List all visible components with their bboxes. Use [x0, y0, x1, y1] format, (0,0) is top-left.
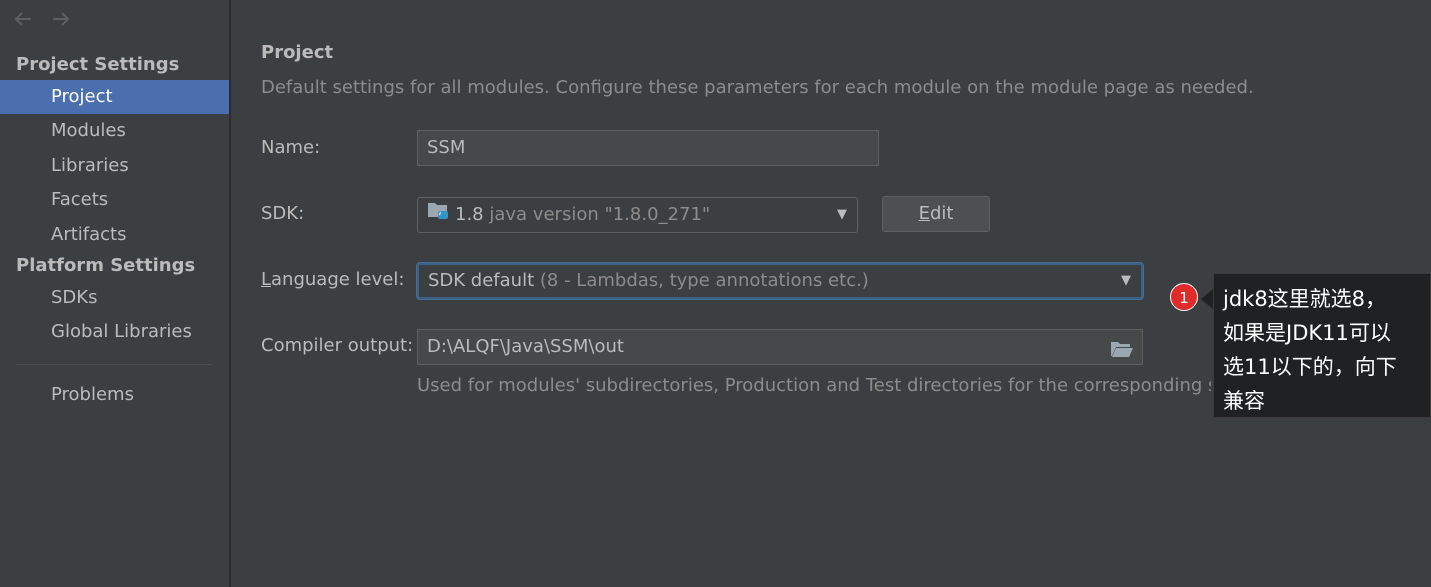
annotation-note-line: 如果是JDK11可以: [1223, 321, 1391, 345]
folder-open-icon[interactable]: [1110, 337, 1134, 364]
annotation-note-line: 选11以下的，向下: [1223, 355, 1397, 379]
sidebar-item-sdks[interactable]: SDKs: [0, 281, 229, 315]
language-level-label-text: anguage level:: [271, 269, 405, 290]
project-name-value: SSM: [427, 137, 466, 158]
compiler-output-input[interactable]: D:\ALQF\Java\SSM\out: [417, 329, 1143, 365]
compiler-output-value: D:\ALQF\Java\SSM\out: [427, 336, 624, 357]
arrow-left-icon[interactable]: [12, 8, 38, 34]
sidebar-item-artifacts[interactable]: Artifacts: [0, 218, 229, 252]
annotation-badge: 1: [1170, 283, 1198, 311]
sdk-detail: java version "1.8.0_271": [489, 204, 711, 225]
language-level-mnemonic: L: [261, 269, 272, 290]
sidebar-item-libraries[interactable]: Libraries: [0, 149, 229, 183]
sidebar-item-modules[interactable]: Modules: [0, 114, 229, 148]
chevron-down-icon: ▼: [837, 207, 847, 222]
project-name-input[interactable]: SSM: [417, 130, 879, 166]
sdk-dropdown[interactable]: 1.8 java version "1.8.0_271" ▼: [417, 197, 858, 233]
sidebar-item-project[interactable]: Project: [0, 80, 229, 114]
annotation-note-line: 兼容: [1223, 389, 1265, 413]
language-level-label: Language level:: [261, 269, 404, 290]
language-level-dropdown[interactable]: SDK default (8 - Lambdas, type annotatio…: [417, 263, 1143, 299]
platform-settings-header: Platform Settings: [16, 255, 196, 276]
sdk-version: 1.8: [455, 204, 484, 225]
sidebar-item-problems[interactable]: Problems: [0, 378, 229, 412]
page-description: Default settings for all modules. Config…: [261, 77, 1254, 98]
compiler-output-label: Compiler output:: [261, 335, 414, 356]
sdk-folder-icon: [427, 198, 449, 232]
edit-button-mnemonic: E: [918, 203, 930, 224]
annotation-note-line: jdk8这里就选8，: [1223, 287, 1387, 311]
page-title: Project: [261, 42, 334, 63]
chevron-down-icon: ▼: [1121, 273, 1131, 288]
history-navigation: [12, 8, 76, 34]
name-label: Name:: [261, 137, 321, 158]
sidebar-separator: [16, 364, 212, 365]
annotation-pointer: [1201, 289, 1213, 309]
edit-button-label: dit: [929, 203, 954, 224]
language-level-value: SDK default: [428, 270, 535, 291]
annotation-note: jdk8这里就选8， 如果是JDK11可以 选11以下的，向下 兼容: [1213, 273, 1431, 418]
language-level-detail: (8 - Lambdas, type annotations etc.): [539, 270, 869, 291]
sidebar-item-facets[interactable]: Facets: [0, 183, 229, 217]
sdk-label: SDK:: [261, 203, 305, 224]
settings-sidebar: Project Settings Project Modules Librari…: [0, 0, 230, 587]
sidebar-item-global-libraries[interactable]: Global Libraries: [0, 315, 229, 349]
edit-sdk-button[interactable]: Edit: [882, 196, 990, 232]
compiler-output-hint: Used for modules' subdirectories, Produc…: [417, 375, 1211, 396]
arrow-right-icon[interactable]: [50, 8, 76, 34]
project-settings-header: Project Settings: [16, 54, 180, 75]
